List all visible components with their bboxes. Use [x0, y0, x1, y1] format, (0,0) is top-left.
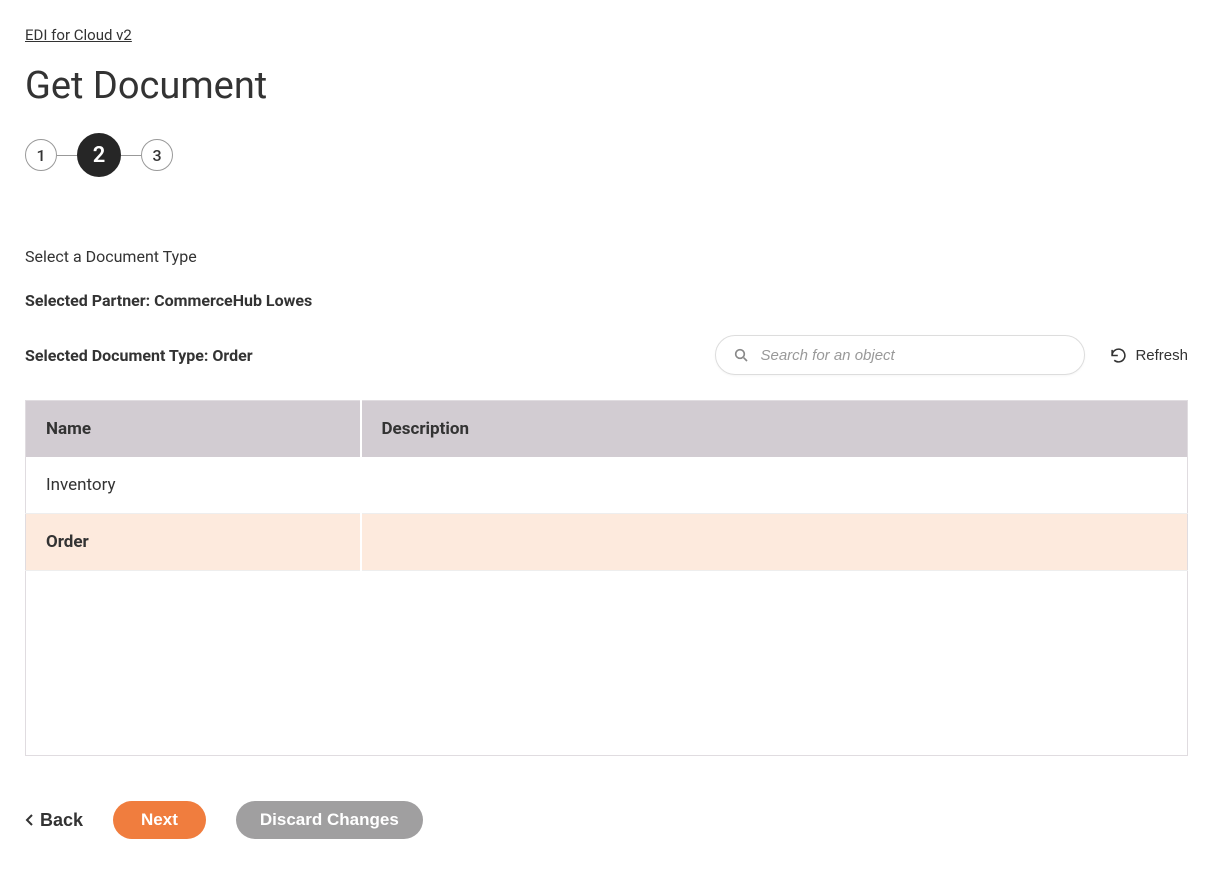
refresh-button[interactable]: Refresh: [1110, 347, 1188, 364]
refresh-label: Refresh: [1135, 347, 1188, 364]
refresh-icon: [1110, 347, 1127, 364]
cell-description: [361, 514, 1188, 571]
table-row[interactable]: Inventory: [26, 457, 1188, 514]
stepper: 1 2 3: [25, 133, 1188, 177]
cell-description: [361, 457, 1188, 514]
step-1[interactable]: 1: [25, 139, 57, 171]
cell-name: Inventory: [26, 457, 361, 514]
discard-changes-button[interactable]: Discard Changes: [236, 801, 423, 839]
col-header-description: Description: [361, 401, 1188, 458]
document-type-table: Name Description Inventory Order: [25, 400, 1188, 756]
cell-name: Order: [26, 514, 361, 571]
step-line: [121, 155, 141, 156]
search-icon: [733, 347, 749, 363]
page-title: Get Document: [25, 64, 1188, 108]
back-button[interactable]: Back: [25, 810, 83, 831]
selected-partner: Selected Partner: CommerceHub Lowes: [25, 291, 1188, 310]
step-line: [57, 155, 77, 156]
chevron-left-icon: [25, 813, 35, 827]
search-wrap: [715, 335, 1085, 375]
step-2[interactable]: 2: [77, 133, 121, 177]
back-label: Back: [40, 810, 83, 831]
selected-document-type: Selected Document Type: Order: [25, 346, 715, 365]
table-row[interactable]: Order: [26, 514, 1188, 571]
step-3[interactable]: 3: [141, 139, 173, 171]
section-label: Select a Document Type: [25, 247, 1188, 266]
footer-buttons: Back Next Discard Changes: [25, 801, 1188, 839]
breadcrumb[interactable]: EDI for Cloud v2: [25, 26, 132, 44]
col-header-name: Name: [26, 401, 361, 458]
toolbar-row: Selected Document Type: Order Refresh: [25, 335, 1188, 375]
table-empty-space: [26, 571, 1188, 756]
next-button[interactable]: Next: [113, 801, 206, 839]
search-input[interactable]: [715, 335, 1085, 375]
table-header-row: Name Description: [26, 401, 1188, 458]
